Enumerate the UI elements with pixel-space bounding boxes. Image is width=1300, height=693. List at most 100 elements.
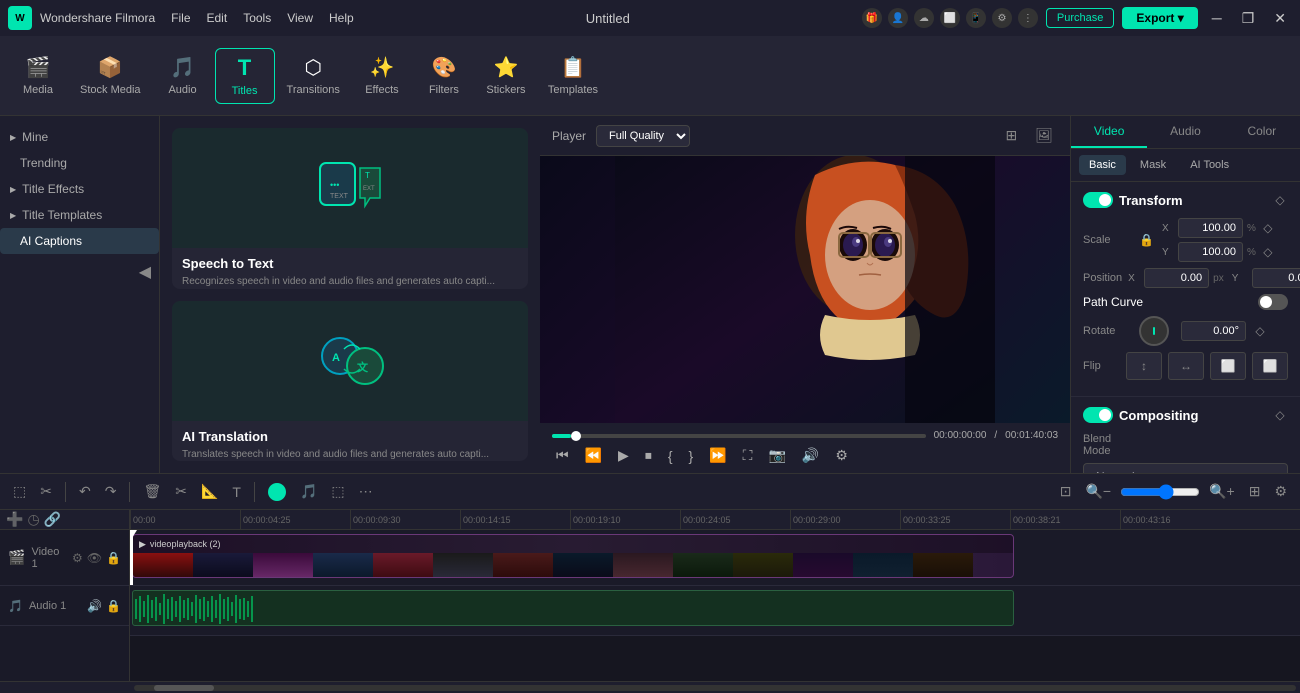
- scale-y-keyframe-button[interactable]: ◇: [1260, 244, 1276, 260]
- scroll-thumb[interactable]: [154, 685, 214, 691]
- tl-zoom-slider[interactable]: [1120, 484, 1200, 500]
- gift-icon[interactable]: 🎁: [862, 8, 882, 28]
- toolbar-media[interactable]: 🎬 Media: [8, 49, 68, 102]
- tl-zoom-in-button[interactable]: 🔍+: [1204, 480, 1240, 503]
- video-clip[interactable]: ▶ videoplayback (2): [132, 534, 1014, 578]
- quality-select[interactable]: Full Quality 1/2 Quality 1/4 Quality: [596, 125, 690, 147]
- compositing-keyframe-button[interactable]: ◇: [1272, 407, 1288, 423]
- fit-track-button[interactable]: ◷: [27, 511, 39, 528]
- user-icon[interactable]: 👤: [888, 8, 908, 28]
- minimize-button[interactable]: ─: [1206, 8, 1228, 28]
- tl-delete-button[interactable]: 🗑: [138, 480, 166, 503]
- tl-audio-button[interactable]: 🎵: [295, 480, 322, 503]
- snapshot-button[interactable]: 📷: [764, 445, 789, 466]
- rotate-keyframe-button[interactable]: ◇: [1252, 323, 1268, 339]
- add-track-button[interactable]: ➕: [6, 511, 23, 528]
- menu-help[interactable]: Help: [329, 11, 354, 25]
- play-button[interactable]: ▶: [614, 445, 633, 466]
- toolbar-audio[interactable]: 🎵 Audio: [153, 49, 213, 102]
- tl-zoom-out-button[interactable]: 🔍−: [1080, 480, 1116, 503]
- in-point-button[interactable]: {: [664, 446, 677, 466]
- toolbar-transitions[interactable]: ⬡ Transitions: [277, 49, 350, 102]
- grid-view-button[interactable]: ⊞: [1000, 124, 1022, 147]
- flip-vertical-button[interactable]: ↕: [1126, 352, 1162, 380]
- progress-bar[interactable]: [552, 434, 926, 438]
- sidebar-item-ai-captions[interactable]: AI Captions: [0, 228, 159, 254]
- toolbar-templates[interactable]: 📋 Templates: [538, 49, 608, 102]
- purchase-button[interactable]: Purchase: [1046, 8, 1114, 28]
- position-x-input[interactable]: [1144, 268, 1209, 288]
- toolbar-stickers[interactable]: ⭐ Stickers: [476, 49, 536, 102]
- tab-video[interactable]: Video: [1071, 116, 1147, 148]
- blend-mode-select[interactable]: Normal Multiply Screen Overlay Darken Li…: [1083, 463, 1288, 473]
- tl-more-button[interactable]: ⋯: [354, 480, 378, 503]
- sidebar-header-title-templates[interactable]: ▶ Title Templates: [0, 202, 159, 228]
- position-y-input[interactable]: [1252, 268, 1300, 288]
- tl-select-button[interactable]: ⬚: [8, 480, 31, 503]
- toolbar-stock-media[interactable]: 📦 Stock Media: [70, 49, 151, 102]
- menu-view[interactable]: View: [287, 11, 313, 25]
- toolbar-effects[interactable]: ✨ Effects: [352, 49, 412, 102]
- screenshot-button[interactable]: 🖼: [1030, 124, 1058, 147]
- screen-icon[interactable]: ⬜: [940, 8, 960, 28]
- export-button[interactable]: Export ▾: [1122, 7, 1197, 29]
- sidebar-header-title-effects[interactable]: ▶ Title Effects: [0, 176, 159, 202]
- tl-undo-button[interactable]: ↶: [74, 480, 96, 503]
- audio-clip[interactable]: [132, 590, 1014, 626]
- step-back-button[interactable]: ⏪: [581, 445, 606, 466]
- cloud-icon[interactable]: ☁: [914, 8, 934, 28]
- sidebar-item-trending[interactable]: Trending: [0, 150, 159, 176]
- rotate-dial[interactable]: [1139, 316, 1169, 346]
- tl-mark-button[interactable]: ⬚: [326, 480, 349, 503]
- audio1-volume-button[interactable]: 🔊: [87, 599, 102, 613]
- tl-speed-button[interactable]: [263, 480, 291, 504]
- close-button[interactable]: ✕: [1268, 8, 1292, 29]
- transform-section-header[interactable]: Transform ◇: [1083, 192, 1288, 208]
- rotate-input[interactable]: [1181, 321, 1246, 341]
- sidebar-header-mine[interactable]: ▶ Mine: [0, 124, 159, 150]
- transform-toggle[interactable]: [1083, 192, 1113, 208]
- toolbar-titles[interactable]: T Titles: [215, 48, 275, 104]
- flip-horizontal-button[interactable]: ↔: [1168, 352, 1204, 380]
- transform-keyframe-button[interactable]: ◇: [1272, 192, 1288, 208]
- volume-button[interactable]: 🔊: [798, 445, 823, 466]
- video1-eye-button[interactable]: 👁: [87, 551, 102, 565]
- tab-color[interactable]: Color: [1224, 116, 1300, 148]
- lock-track-button[interactable]: 🔗: [44, 511, 61, 528]
- subtab-mask[interactable]: Mask: [1130, 155, 1176, 175]
- settings-ctrl-button[interactable]: ⚙: [831, 445, 852, 466]
- tl-redo-button[interactable]: ↷: [100, 480, 122, 503]
- tl-settings-button[interactable]: ⚙: [1269, 480, 1292, 503]
- toolbar-filters[interactable]: 🎨 Filters: [414, 49, 474, 102]
- tl-cut-button[interactable]: ✂: [35, 480, 57, 503]
- subtab-ai-tools[interactable]: AI Tools: [1180, 155, 1239, 175]
- menu-edit[interactable]: Edit: [207, 11, 228, 25]
- compositing-toggle[interactable]: [1083, 407, 1113, 423]
- subtab-basic[interactable]: Basic: [1079, 155, 1126, 175]
- fullscreen-button[interactable]: ⛶: [739, 445, 757, 466]
- tl-text-button[interactable]: T: [227, 481, 246, 503]
- scale-y-input[interactable]: [1178, 242, 1243, 262]
- scroll-track[interactable]: [134, 685, 1296, 691]
- grid-icon[interactable]: ⋮: [1018, 8, 1038, 28]
- flip-copy1-button[interactable]: ⬜: [1210, 352, 1246, 380]
- phone-icon[interactable]: 📱: [966, 8, 986, 28]
- audio1-lock-button[interactable]: 🔒: [106, 599, 121, 613]
- stop-button[interactable]: ⏹: [641, 445, 656, 466]
- video1-lock-button[interactable]: 🔒: [106, 551, 121, 565]
- flip-copy2-button[interactable]: ⬜: [1252, 352, 1288, 380]
- tl-layout-button[interactable]: ⊞: [1244, 480, 1266, 503]
- sidebar-collapse-button[interactable]: ◀: [139, 262, 151, 282]
- tl-crop-button[interactable]: 📐: [196, 480, 223, 503]
- tl-split-button[interactable]: ✂: [170, 480, 192, 503]
- path-curve-toggle[interactable]: [1258, 294, 1288, 310]
- tab-audio[interactable]: Audio: [1147, 116, 1223, 148]
- scale-x-keyframe-button[interactable]: ◇: [1260, 220, 1276, 236]
- forward-button[interactable]: ⏩: [705, 445, 730, 466]
- menu-file[interactable]: File: [171, 11, 190, 25]
- scale-x-input[interactable]: [1178, 218, 1243, 238]
- menu-tools[interactable]: Tools: [243, 11, 271, 25]
- compositing-section-header[interactable]: Compositing ◇: [1083, 407, 1288, 423]
- maximize-button[interactable]: ❐: [1236, 8, 1261, 29]
- tl-snap-button[interactable]: ⊡: [1055, 480, 1077, 503]
